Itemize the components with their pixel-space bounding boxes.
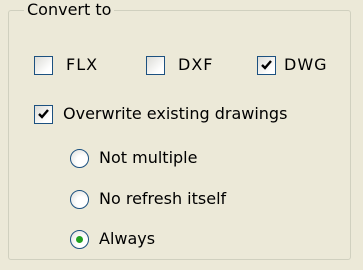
checkbox-box[interactable]: [34, 55, 53, 75]
checkmark-icon: [38, 108, 49, 119]
flx-label: FLX: [66, 55, 99, 74]
overwrite-existing-checkbox[interactable]: Overwrite existing drawings: [34, 104, 287, 124]
flx-checkbox[interactable]: FLX: [34, 55, 98, 75]
dwg-checkbox[interactable]: DWG: [257, 55, 328, 75]
always-label: Always: [99, 229, 156, 248]
dxf-checkbox[interactable]: DXF: [146, 55, 213, 75]
convert-to-groupbox: [8, 10, 351, 260]
checkbox-box[interactable]: [146, 55, 165, 75]
no-refresh-itself-label: No refresh itself: [99, 189, 227, 208]
checkmark-icon: [261, 59, 272, 70]
dxf-label: DXF: [178, 55, 214, 74]
radio-circle[interactable]: [70, 148, 89, 168]
not-multiple-label: Not multiple: [99, 148, 198, 167]
overwrite-existing-label: Overwrite existing drawings: [63, 104, 288, 123]
radio-circle[interactable]: [70, 189, 89, 209]
convert-to-group-title: Convert to: [24, 0, 115, 20]
radio-not-multiple[interactable]: Not multiple: [70, 148, 197, 168]
dwg-label: DWG: [284, 55, 328, 74]
checkbox-box[interactable]: [257, 55, 276, 75]
checkbox-box[interactable]: [34, 104, 53, 124]
radio-no-refresh-itself[interactable]: No refresh itself: [70, 189, 226, 209]
radio-circle[interactable]: [70, 229, 89, 249]
radio-selected-dot: [76, 235, 83, 243]
radio-always[interactable]: Always: [70, 229, 155, 249]
